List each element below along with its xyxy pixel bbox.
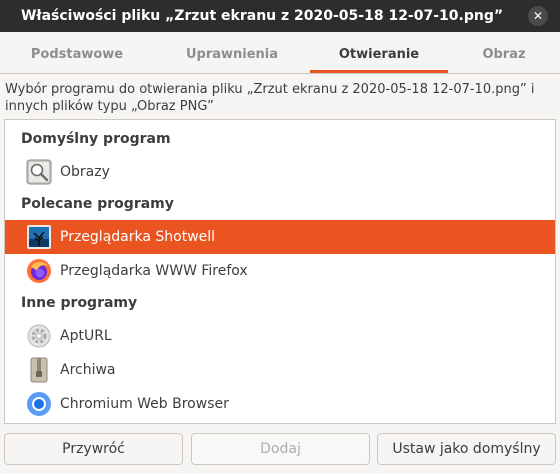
app-label: Obrazy [60,164,110,180]
app-label: Przeglądarka WWW Firefox [60,263,248,279]
chromium-icon [27,392,51,416]
close-button[interactable]: ✕ [528,6,548,26]
add-button[interactable]: Dodaj [191,433,370,465]
app-row-shotwell[interactable]: Przeglądarka Shotwell [5,220,555,254]
app-label: AptURL [60,328,112,344]
tab-bar: Podstawowe Uprawnienia Otwieranie Obraz [0,32,560,74]
app-row-firefox[interactable]: Przeglądarka WWW Firefox [5,254,555,288]
firefox-icon [27,259,51,283]
app-row-obrazy[interactable]: Obrazy [5,155,555,189]
app-label: Archiwa [60,362,116,378]
app-label: Przeglądarka Shotwell [60,229,216,245]
open-with-description: Wybór programu do otwierania pliku „Zrzu… [5,82,535,114]
close-icon: ✕ [532,9,544,23]
section-other-apps: Inne programy [21,295,138,311]
app-row-archiwa[interactable]: Archiwa [5,353,555,387]
archive-zipper-icon [30,357,48,383]
tab-permissions[interactable]: Uprawnienia [154,32,310,73]
set-default-button[interactable]: Ustaw jako domyślny [377,433,556,465]
tab-basic[interactable]: Podstawowe [0,32,154,73]
app-label: Chromium Web Browser [60,396,229,412]
application-list: Domyślny program Obrazy Polecane program… [4,119,556,424]
app-row-chromium[interactable]: Chromium Web Browser [5,387,555,421]
section-recommended-apps: Polecane programy [21,196,174,212]
section-default-app: Domyślny program [21,131,171,147]
tab-open-with[interactable]: Otwieranie [310,32,448,73]
apturl-gear-icon [27,324,51,348]
app-row-apturl[interactable]: AptURL [5,319,555,353]
window-title: Właściwości pliku „Zrzut ekranu z 2020-0… [20,8,504,24]
tab-image[interactable]: Obraz [448,32,560,73]
shotwell-icon [27,225,51,249]
window-titlebar: Właściwości pliku „Zrzut ekranu z 2020-0… [0,0,560,32]
image-viewer-icon [26,159,52,185]
reset-button[interactable]: Przywróć [4,433,183,465]
